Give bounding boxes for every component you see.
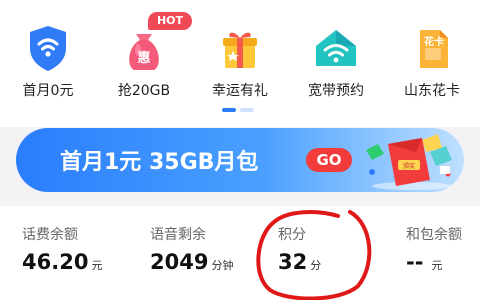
- stat-label: 语音剩余: [150, 227, 206, 243]
- quick-menu: 首月0元 惠 抢20GB HOT 幸运有礼 宽带预约 花卡 山东花卡: [0, 0, 480, 127]
- stat-unit: 分: [310, 259, 322, 272]
- banner-text: 首月1元 35GB月包: [60, 150, 259, 175]
- go-button[interactable]: GO: [306, 148, 352, 172]
- sim-card-icon: 花卡: [404, 20, 460, 76]
- stat-number: --: [406, 250, 424, 274]
- stat-value: 46.20 元: [22, 250, 102, 274]
- stat-label: 积分: [278, 227, 306, 243]
- stat-number: 32: [278, 250, 308, 274]
- menu-item-shandong-flower-card[interactable]: 花卡 山东花卡: [384, 0, 480, 110]
- menu-item-label: 抢20GB: [117, 83, 171, 99]
- promo-banner[interactable]: 首月1元 35GB月包 GO 颁奖: [16, 128, 464, 192]
- menu-item-label: 山东花卡: [404, 83, 460, 99]
- stat-unit: 元: [431, 259, 443, 272]
- menu-item-first-month-free[interactable]: 首月0元: [0, 0, 96, 110]
- gift-label: 颁奖: [403, 162, 415, 170]
- page-indicator: [240, 108, 254, 112]
- stat-unit: 元: [91, 259, 103, 272]
- gift-box-icon: [212, 20, 268, 76]
- red-envelope-illustration: 颁奖: [360, 130, 460, 190]
- stat-value: 32 分: [278, 250, 321, 274]
- card-glyph: 花卡: [424, 35, 444, 48]
- menu-item-label: 首月0元: [22, 83, 74, 99]
- stat-balance[interactable]: 话费余额 46.20 元: [22, 206, 132, 300]
- stat-label: 话费余额: [22, 227, 78, 243]
- page-indicator-active: [222, 108, 236, 112]
- stat-number: 46.20: [22, 250, 89, 274]
- menu-item-broadband-booking[interactable]: 宽带预约: [288, 0, 384, 110]
- hot-badge: HOT: [148, 12, 192, 30]
- menu-item-lucky-gift[interactable]: 幸运有礼: [192, 0, 288, 110]
- menu-item-label: 宽带预约: [308, 83, 364, 99]
- router-wifi-icon: [308, 20, 364, 76]
- shield-wifi-icon: [20, 20, 76, 76]
- bag-glyph: 惠: [137, 50, 150, 66]
- stat-hebao-balance[interactable]: 和包余额 -- 元: [406, 206, 480, 300]
- stat-number: 2049: [150, 250, 209, 274]
- stat-points[interactable]: 积分 32 分: [278, 206, 388, 300]
- menu-item-label: 幸运有礼: [212, 83, 268, 99]
- account-stats: 话费余额 46.20 元 语音剩余 2049 分钟 积分 32 分 和包余额 -- 元: [0, 206, 480, 300]
- stat-label: 和包余额: [406, 227, 462, 243]
- stat-unit: 分钟: [211, 259, 234, 272]
- stat-value: -- 元: [406, 250, 442, 274]
- stat-voice-remaining[interactable]: 语音剩余 2049 分钟: [150, 206, 260, 300]
- stat-value: 2049 分钟: [150, 250, 233, 274]
